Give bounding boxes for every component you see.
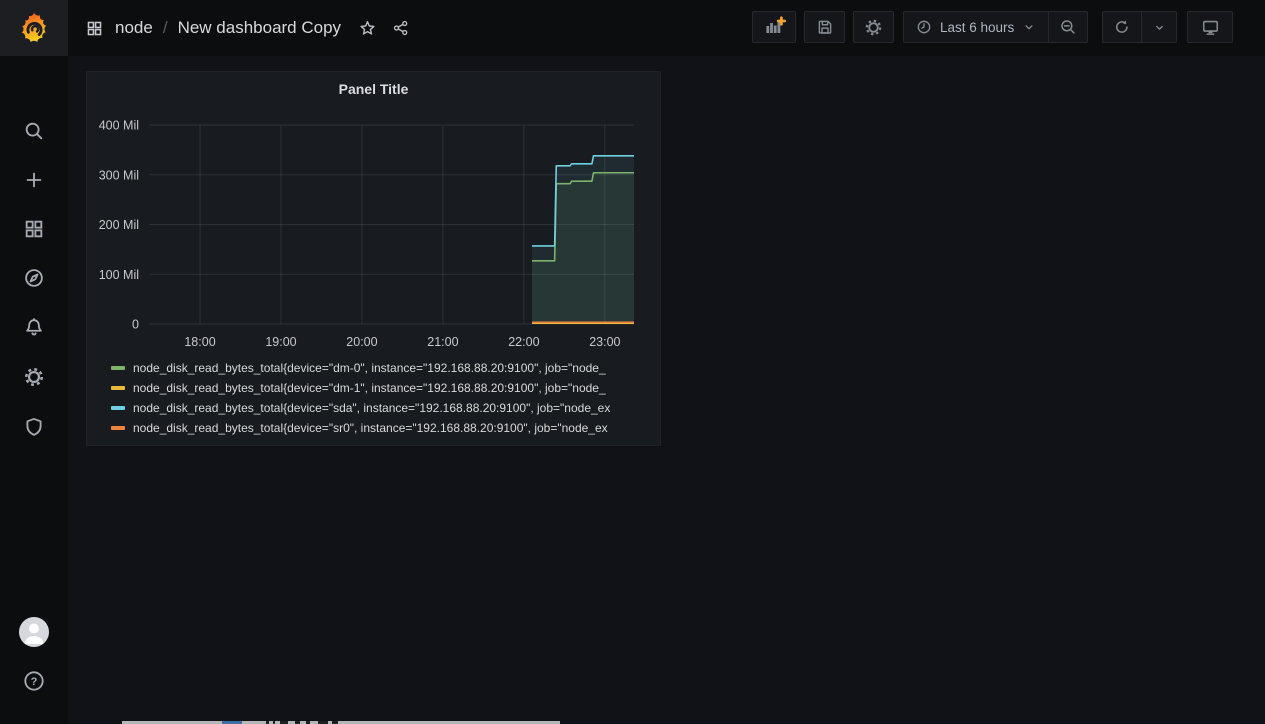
shield-icon xyxy=(23,416,45,438)
monitor-icon xyxy=(1201,18,1220,37)
time-picker-group: Last 6 hours xyxy=(903,11,1088,43)
compass-icon xyxy=(23,267,45,289)
refresh-dashboard-button[interactable] xyxy=(1102,11,1142,43)
legend-item[interactable]: node_disk_read_bytes_total{device="dm-1"… xyxy=(87,378,654,398)
sidebar-item-server-admin[interactable] xyxy=(0,415,68,439)
side-menu: ? xyxy=(0,0,68,724)
legend-label: node_disk_read_bytes_total{device="sr0",… xyxy=(133,421,608,435)
legend-item[interactable]: node_disk_read_bytes_total{device="sda",… xyxy=(87,398,654,418)
x-axis-tick-label: 23:00 xyxy=(589,335,620,349)
star-icon xyxy=(358,19,377,38)
settings-gear-icon xyxy=(864,18,883,37)
sidebar-item-dashboards[interactable] xyxy=(0,217,68,241)
star-dashboard-button[interactable] xyxy=(358,19,377,38)
sidebar-item-help[interactable]: ? xyxy=(0,669,68,693)
x-axis-tick-label: 21:00 xyxy=(427,335,458,349)
navbar: node / New dashboard Copy xyxy=(68,0,1265,56)
y-axis-tick-label: 100 Mil xyxy=(99,268,139,282)
legend-label: node_disk_read_bytes_total{device="dm-1"… xyxy=(133,381,606,395)
breadcrumb: node / New dashboard Copy xyxy=(86,0,410,56)
share-dashboard-button[interactable] xyxy=(392,19,410,37)
zoom-out-time-button[interactable] xyxy=(1048,11,1088,43)
zoom-out-icon xyxy=(1059,18,1077,36)
person-icon xyxy=(19,617,49,647)
gear-icon xyxy=(23,366,45,388)
x-axis-tick-label: 22:00 xyxy=(508,335,539,349)
breadcrumb-dashboard-title[interactable]: New dashboard Copy xyxy=(178,18,341,38)
x-axis-tick-label: 20:00 xyxy=(346,335,377,349)
legend-swatch xyxy=(111,406,125,410)
dashboard-grid-icon xyxy=(86,20,103,37)
save-icon xyxy=(816,18,834,36)
legend-swatch xyxy=(111,366,125,370)
plus-icon xyxy=(23,169,45,191)
dashboard-panel: Panel Title 400 Mil300 Mil200 Mil100 Mil… xyxy=(86,71,661,446)
user-avatar[interactable] xyxy=(19,617,49,647)
legend-item[interactable]: node_disk_read_bytes_total{device="sr0",… xyxy=(87,418,654,438)
y-axis-tick-label: 0 xyxy=(132,318,139,332)
sidebar-item-alerting[interactable] xyxy=(0,316,68,340)
refresh-group xyxy=(1102,11,1177,43)
add-panel-icon xyxy=(762,15,786,39)
search-icon xyxy=(23,120,45,142)
refresh-interval-dropdown[interactable] xyxy=(1141,11,1177,43)
legend-label: node_disk_read_bytes_total{device="sda",… xyxy=(133,401,610,415)
legend-swatch xyxy=(111,426,125,430)
share-icon xyxy=(392,19,410,37)
y-axis-tick-label: 400 Mil xyxy=(99,119,139,133)
legend-swatch xyxy=(111,386,125,390)
x-axis-tick-label: 19:00 xyxy=(265,335,296,349)
legend-label: node_disk_read_bytes_total{device="dm-0"… xyxy=(133,361,606,375)
dashboard-settings-button[interactable] xyxy=(853,11,894,43)
x-axis-tick-label: 18:00 xyxy=(184,335,215,349)
clock-icon xyxy=(916,19,932,35)
sidebar-item-search[interactable] xyxy=(0,119,68,143)
save-dashboard-button[interactable] xyxy=(804,11,845,43)
time-range-label: Last 6 hours xyxy=(940,20,1014,35)
y-axis-tick-label: 300 Mil xyxy=(99,168,139,182)
dashboards-grid-icon xyxy=(23,218,45,240)
legend-item[interactable]: node_disk_read_bytes_total{device="dm-0"… xyxy=(87,358,654,378)
bell-icon xyxy=(23,317,45,339)
dashboard-toolbar: Last 6 hours xyxy=(752,11,1233,43)
y-axis-tick-label: 200 Mil xyxy=(99,218,139,232)
add-panel-button[interactable] xyxy=(752,11,796,43)
help-glyph: ? xyxy=(31,676,38,688)
cycle-view-mode-button[interactable] xyxy=(1187,11,1233,43)
sidebar-item-explore[interactable] xyxy=(0,266,68,290)
chevron-down-icon xyxy=(1153,21,1166,34)
chart-legend: node_disk_read_bytes_total{device="dm-0"… xyxy=(87,358,654,438)
chevron-down-icon xyxy=(1022,20,1036,34)
refresh-icon xyxy=(1113,18,1131,36)
sidebar-item-configuration[interactable] xyxy=(0,365,68,389)
grafana-logo-icon xyxy=(17,11,51,45)
breadcrumb-separator: / xyxy=(163,18,168,38)
grafana-logo-button[interactable] xyxy=(0,0,68,56)
breadcrumb-folder[interactable]: node xyxy=(115,18,153,38)
sidebar-item-create[interactable] xyxy=(0,168,68,192)
time-range-picker-button[interactable]: Last 6 hours xyxy=(903,11,1049,43)
help-circle-icon: ? xyxy=(23,670,45,692)
